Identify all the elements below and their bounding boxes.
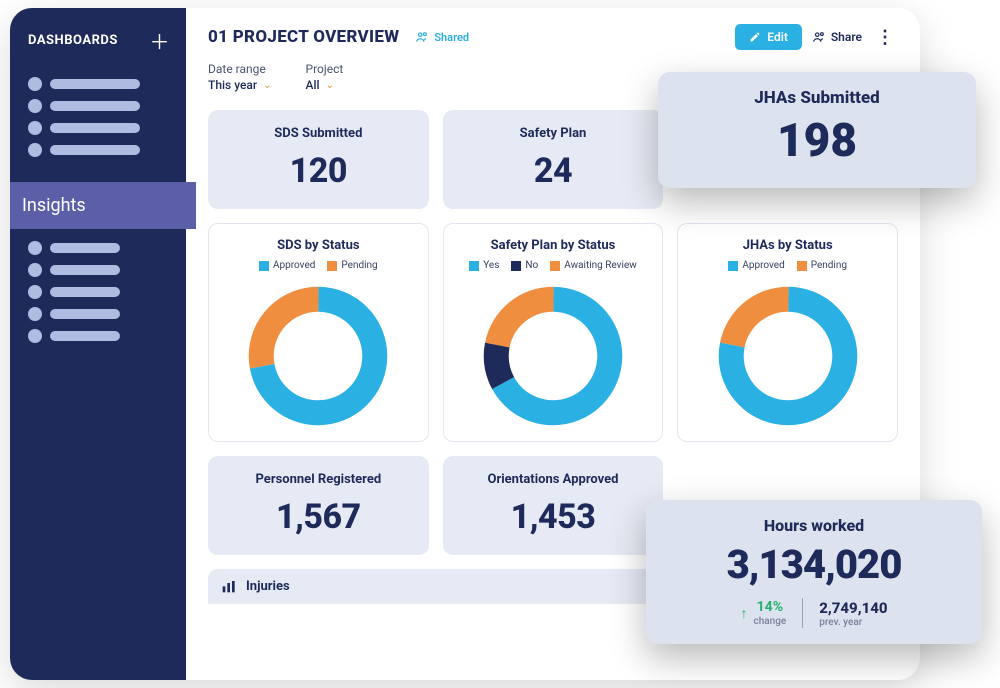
filter-label: Date range bbox=[208, 62, 272, 76]
divider bbox=[802, 598, 803, 628]
filter-label: Project bbox=[306, 62, 344, 76]
card-title: Personnel Registered bbox=[218, 472, 419, 487]
date-range-filter[interactable]: Date range This year⌄ bbox=[208, 62, 272, 92]
people-icon bbox=[812, 30, 826, 44]
nav-item[interactable] bbox=[24, 139, 172, 161]
orientations-approved-card: Orientations Approved 1,453 bbox=[443, 456, 664, 555]
project-filter[interactable]: Project All⌄ bbox=[306, 62, 344, 92]
chart-legend: Yes No Awaiting Review bbox=[452, 260, 655, 271]
card-title: Hours worked bbox=[664, 516, 964, 535]
previous-year: 2,749,140 prev. year bbox=[819, 599, 887, 628]
insights-label: Insights bbox=[22, 195, 86, 216]
nav-group-top bbox=[10, 67, 186, 167]
insights-tab[interactable]: Insights bbox=[10, 182, 196, 229]
nav-item[interactable] bbox=[24, 73, 172, 95]
nav-group-bottom bbox=[10, 231, 186, 353]
chart-title: SDS by Status bbox=[217, 238, 420, 253]
prev-value: 2,749,140 bbox=[819, 599, 887, 617]
page-header: 01 PROJECT OVERVIEW Shared Edit Share ⋮ bbox=[208, 24, 898, 50]
card-value: 3,134,020 bbox=[664, 541, 964, 588]
prev-label: prev. year bbox=[819, 617, 887, 628]
nav-item[interactable] bbox=[24, 237, 172, 259]
hours-worked-card: Hours worked 3,134,020 ↑ 14% change 2,74… bbox=[646, 500, 982, 644]
card-title: Safety Plan bbox=[453, 126, 654, 141]
pencil-icon bbox=[749, 31, 761, 43]
chart-row: SDS by Status Approved Pending Safety Pl… bbox=[208, 223, 898, 442]
add-dashboard-button[interactable]: ＋ bbox=[150, 26, 171, 55]
card-title: SDS Submitted bbox=[218, 126, 419, 141]
chart-title: Safety Plan by Status bbox=[452, 238, 655, 253]
sidebar-header: DASHBOARDS ＋ bbox=[10, 26, 186, 67]
nav-item[interactable] bbox=[24, 325, 172, 347]
nav-item[interactable] bbox=[24, 259, 172, 281]
share-button[interactable]: Share bbox=[812, 30, 862, 44]
card-value: 120 bbox=[218, 151, 419, 191]
page-title: 01 PROJECT OVERVIEW bbox=[208, 27, 399, 47]
sidebar: DASHBOARDS ＋ Insights bbox=[10, 8, 186, 680]
donut-chart bbox=[478, 281, 628, 431]
more-menu-button[interactable]: ⋮ bbox=[872, 27, 898, 48]
chart-title: JHAs by Status bbox=[686, 238, 889, 253]
change-label: change bbox=[753, 616, 786, 627]
sds-by-status-chart: SDS by Status Approved Pending bbox=[208, 223, 429, 442]
people-icon bbox=[415, 30, 429, 44]
arrow-up-icon: ↑ bbox=[740, 605, 747, 622]
share-label: Share bbox=[831, 30, 862, 44]
filter-value: This year⌄ bbox=[208, 78, 272, 92]
nav-item[interactable] bbox=[24, 281, 172, 303]
card-value: 1,567 bbox=[218, 497, 419, 537]
injuries-title: Injuries bbox=[246, 579, 290, 594]
sidebar-heading: DASHBOARDS bbox=[28, 33, 118, 48]
nav-item[interactable] bbox=[24, 303, 172, 325]
percent-change: ↑ 14% change bbox=[740, 599, 786, 627]
donut-chart bbox=[243, 281, 393, 431]
bar-chart-icon bbox=[222, 581, 238, 593]
chart-legend: Approved Pending bbox=[686, 260, 889, 271]
chevron-down-icon: ⌄ bbox=[263, 80, 271, 91]
card-value: 24 bbox=[453, 151, 654, 191]
sds-submitted-card: SDS Submitted 120 bbox=[208, 110, 429, 209]
card-value: 198 bbox=[672, 114, 962, 168]
jhas-by-status-chart: JHAs by Status Approved Pending bbox=[677, 223, 898, 442]
safety-plan-card: Safety Plan 24 bbox=[443, 110, 664, 209]
change-value: 14% bbox=[757, 599, 783, 615]
card-title: Orientations Approved bbox=[453, 472, 654, 487]
edit-button[interactable]: Edit bbox=[735, 24, 802, 50]
shared-indicator: Shared bbox=[415, 30, 469, 44]
donut-chart bbox=[713, 281, 863, 431]
safety-plan-by-status-chart: Safety Plan by Status Yes No Awaiting Re… bbox=[443, 223, 664, 442]
chart-legend: Approved Pending bbox=[217, 260, 420, 271]
card-title: JHAs Submitted bbox=[672, 88, 962, 108]
edit-label: Edit bbox=[767, 30, 788, 44]
chevron-down-icon: ⌄ bbox=[326, 80, 334, 91]
personnel-registered-card: Personnel Registered 1,567 bbox=[208, 456, 429, 555]
injuries-card: Injuries bbox=[208, 569, 664, 604]
filter-value: All⌄ bbox=[306, 78, 344, 92]
nav-item[interactable] bbox=[24, 95, 172, 117]
jhas-submitted-card: JHAs Submitted 198 bbox=[658, 72, 976, 188]
header-actions: Edit Share ⋮ bbox=[735, 24, 898, 50]
shared-label: Shared bbox=[434, 31, 469, 44]
title-row: 01 PROJECT OVERVIEW Shared bbox=[208, 27, 469, 47]
nav-item[interactable] bbox=[24, 117, 172, 139]
hours-subrow: ↑ 14% change 2,749,140 prev. year bbox=[664, 598, 964, 628]
card-value: 1,453 bbox=[453, 497, 654, 537]
